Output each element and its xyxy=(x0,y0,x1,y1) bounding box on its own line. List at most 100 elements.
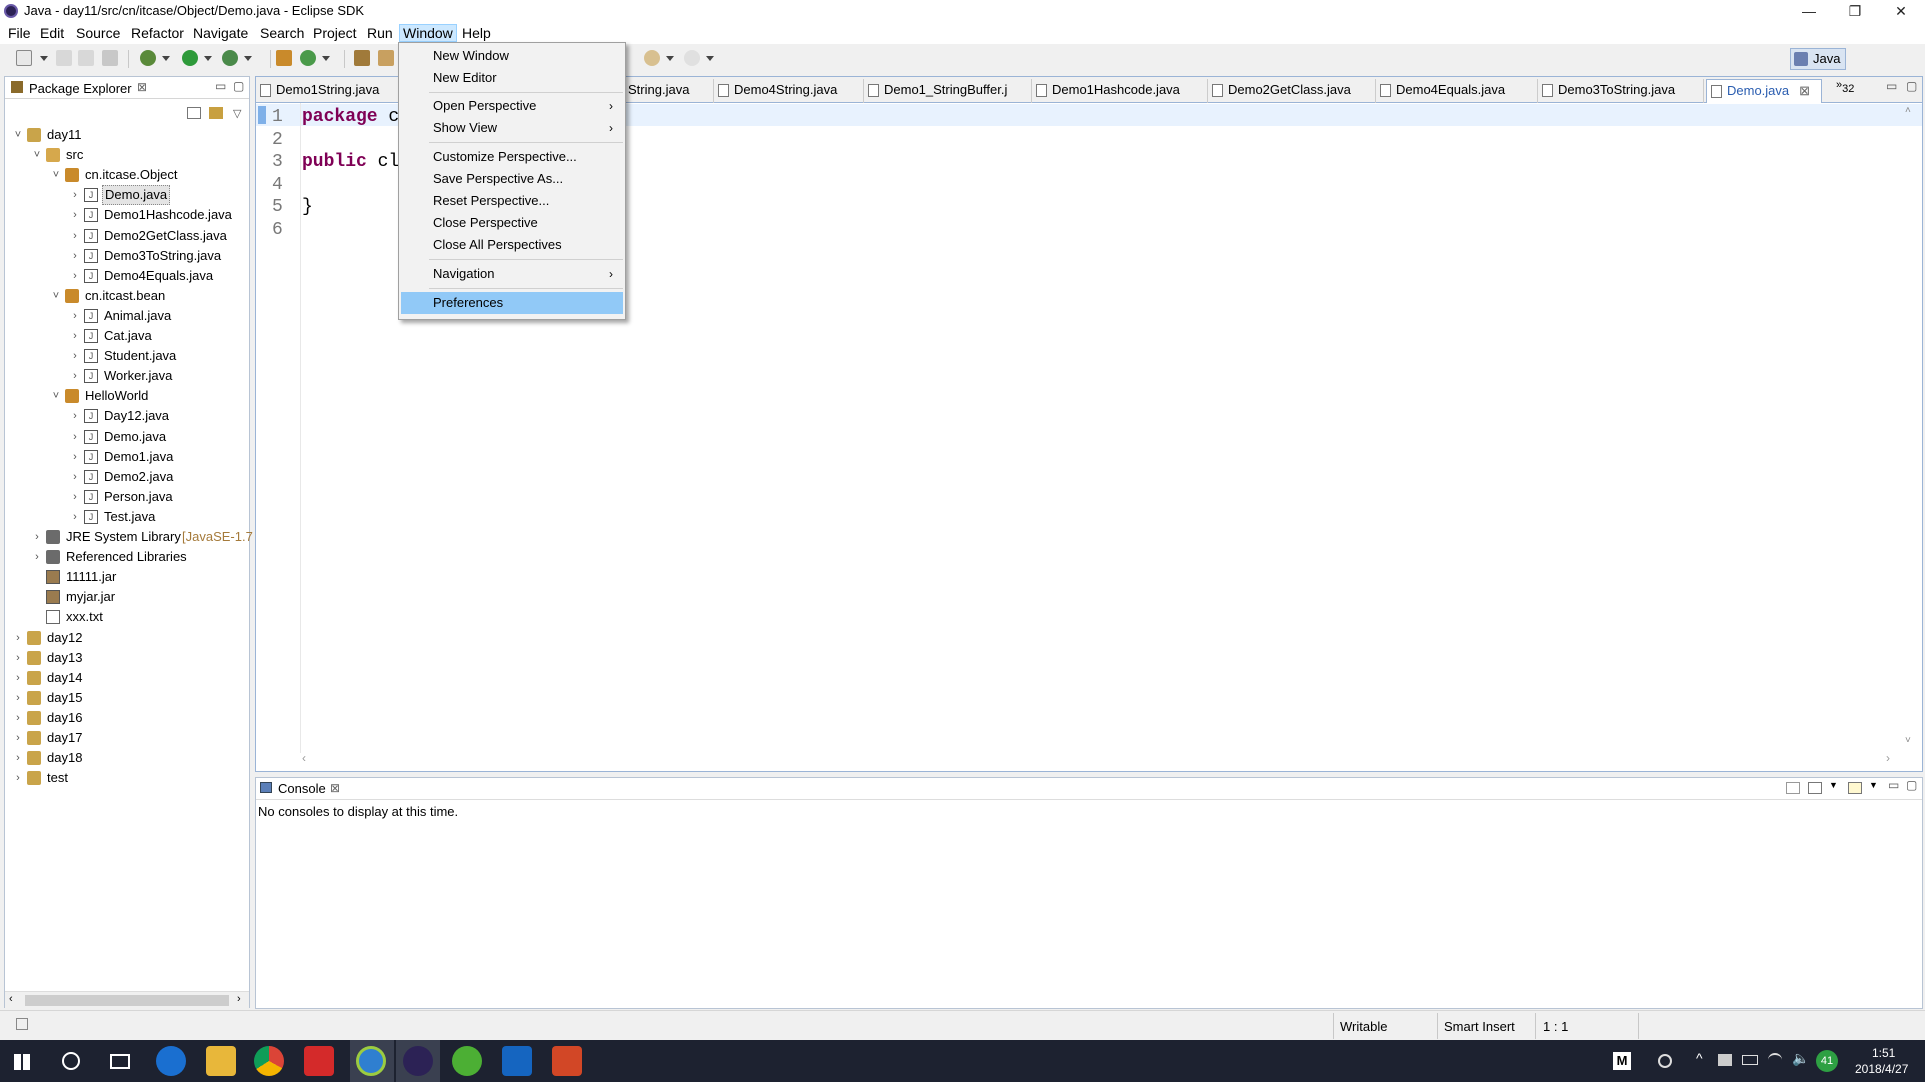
menu-window[interactable]: Window xyxy=(399,24,457,42)
menu-item-customize-perspective[interactable]: Customize Perspective... xyxy=(401,146,623,168)
open-console-icon[interactable] xyxy=(1848,782,1862,794)
code-line[interactable]: public cl xyxy=(302,152,399,172)
expand-arrow-right-icon[interactable]: › xyxy=(70,467,80,487)
scroll-left-icon[interactable]: ‹ xyxy=(302,751,306,765)
tree-item-project[interactable]: › day12 xyxy=(5,628,249,648)
tab-string[interactable]: String.java xyxy=(624,79,714,103)
menu-item-reset-perspective[interactable]: Reset Perspective... xyxy=(401,190,623,212)
tab-demo4string[interactable]: Demo4String.java xyxy=(714,79,864,103)
tree-item-project[interactable]: › day16 xyxy=(5,708,249,728)
tree-item-java[interactable]: › J Demo4Equals.java xyxy=(5,266,249,286)
tree-item-jar[interactable]: 11111.jar xyxy=(5,567,249,587)
input-method-icon[interactable]: M xyxy=(1613,1052,1631,1070)
tree-item-java[interactable]: › J Demo.java xyxy=(5,427,249,447)
tree-item-project[interactable]: › day13 xyxy=(5,648,249,668)
scroll-thumb[interactable] xyxy=(25,995,229,1006)
tree-item-project[interactable]: › test xyxy=(5,768,249,788)
powerpoint-icon[interactable] xyxy=(552,1046,582,1076)
menu-item-open-perspective[interactable]: Open Perspective › xyxy=(401,95,623,117)
green-plus-app-icon[interactable] xyxy=(452,1046,482,1076)
run-icon[interactable] xyxy=(182,50,198,66)
show-hidden-icons-icon[interactable]: ^ xyxy=(1696,1050,1703,1066)
maximize-editor-icon[interactable]: ▢ xyxy=(1906,79,1917,93)
tree-item-java[interactable]: › J Demo2.java xyxy=(5,467,249,487)
expand-arrow-right-icon[interactable]: › xyxy=(70,306,80,326)
run-dropdown-icon[interactable] xyxy=(204,56,212,61)
menu-run[interactable]: Run xyxy=(364,24,396,42)
new-java-class-icon[interactable] xyxy=(300,50,316,66)
expand-arrow-right-icon[interactable]: › xyxy=(70,246,80,266)
clock-time[interactable]: 1:51 xyxy=(1872,1046,1895,1060)
restore-button[interactable]: ❐ xyxy=(1832,0,1878,22)
tree-item-java[interactable]: › J Animal.java xyxy=(5,306,249,326)
tree-item-pkg[interactable]: ˅ cn.itcase.Object xyxy=(5,165,249,185)
java-perspective-button[interactable]: Java xyxy=(1790,48,1846,70)
menu-item-close-perspective[interactable]: Close Perspective xyxy=(401,212,623,234)
tab-demo1-stringbuffer[interactable]: Demo1_StringBuffer.j xyxy=(864,79,1032,103)
expand-arrow-right-icon[interactable]: › xyxy=(13,688,23,708)
tray-app-icon[interactable] xyxy=(1718,1054,1732,1066)
menu-item-close-all-perspectives[interactable]: Close All Perspectives xyxy=(401,234,623,256)
expand-arrow-right-icon[interactable]: › xyxy=(13,628,23,648)
expand-arrow-right-icon[interactable]: › xyxy=(13,648,23,668)
cortana-search-icon[interactable] xyxy=(62,1052,80,1070)
menu-item-new-window[interactable]: New Window xyxy=(401,45,623,67)
tree-item-pkg[interactable]: ˅ HelloWorld xyxy=(5,386,249,406)
tree-item-java[interactable]: › J Person.java xyxy=(5,487,249,507)
expand-arrow-down-icon[interactable]: ˅ xyxy=(13,125,23,145)
browser-icon[interactable] xyxy=(356,1046,386,1076)
task-view-icon[interactable] xyxy=(110,1054,130,1069)
menu-project[interactable]: Project xyxy=(310,24,360,42)
scroll-left-icon[interactable]: ‹ xyxy=(9,993,13,1005)
expand-arrow-right-icon[interactable]: › xyxy=(70,185,80,205)
new-class-dropdown-icon[interactable] xyxy=(322,56,330,61)
tab-demo3tostring[interactable]: Demo3ToString.java xyxy=(1538,79,1704,103)
expand-arrow-right-icon[interactable]: › xyxy=(70,366,80,386)
horizontal-scrollbar[interactable]: ‹ › xyxy=(5,991,249,1008)
tree-item-java[interactable]: › J Demo2GetClass.java xyxy=(5,226,249,246)
menu-refactor[interactable]: Refactor xyxy=(128,24,187,42)
menu-file[interactable]: File xyxy=(5,24,34,42)
editor-vertical-scrollbar[interactable]: ˄ ˅ xyxy=(1900,105,1920,749)
scroll-right-icon[interactable]: › xyxy=(1886,751,1890,765)
close-button[interactable]: ✕ xyxy=(1878,0,1924,22)
display-console-dropdown-icon[interactable]: ▼ xyxy=(1829,780,1838,790)
print-icon[interactable] xyxy=(102,50,118,66)
notification-badge[interactable]: 41 xyxy=(1816,1050,1838,1072)
menu-help[interactable]: Help xyxy=(459,24,494,42)
code-line[interactable]: package c xyxy=(302,107,399,127)
edge-icon[interactable] xyxy=(156,1046,186,1076)
back-icon[interactable] xyxy=(644,50,660,66)
tree-item-java[interactable]: › J Cat.java xyxy=(5,326,249,346)
expand-arrow-right-icon[interactable]: › xyxy=(32,527,42,547)
open-type-icon[interactable] xyxy=(354,50,370,66)
tree-item-java[interactable]: › J Test.java xyxy=(5,507,249,527)
tree-item-java[interactable]: › J Demo1.java xyxy=(5,447,249,467)
tree-item-java[interactable]: › J Demo1Hashcode.java xyxy=(5,205,249,225)
people-icon[interactable] xyxy=(1658,1054,1672,1068)
expand-arrow-right-icon[interactable]: › xyxy=(13,748,23,768)
display-console-icon[interactable] xyxy=(1808,782,1822,794)
scroll-up-icon[interactable]: ˄ xyxy=(1905,105,1911,116)
menu-source[interactable]: Source xyxy=(73,24,123,42)
open-console-dropdown-icon[interactable]: ▼ xyxy=(1869,780,1878,790)
chrome-icon[interactable] xyxy=(254,1046,284,1076)
menu-item-new-editor[interactable]: New Editor xyxy=(401,67,623,89)
forward-dropdown-icon[interactable] xyxy=(706,56,714,61)
expand-arrow-down-icon[interactable]: ˅ xyxy=(51,286,61,306)
tree-item-pkg[interactable]: ˅ cn.itcast.bean xyxy=(5,286,249,306)
tab-demo1string[interactable]: Demo1String.java xyxy=(256,79,406,103)
mp-app-icon[interactable] xyxy=(502,1046,532,1076)
close-console-icon[interactable]: ⊠ xyxy=(330,781,340,795)
search-icon[interactable] xyxy=(378,50,394,66)
tree-item-java[interactable]: › J Worker.java xyxy=(5,366,249,386)
tab-demo1hashcode[interactable]: Demo1Hashcode.java xyxy=(1032,79,1208,103)
expand-arrow-right-icon[interactable]: › xyxy=(13,768,23,788)
tab-demo4equals[interactable]: Demo4Equals.java xyxy=(1376,79,1538,103)
tree-item-project[interactable]: › day15 xyxy=(5,688,249,708)
menu-item-show-view[interactable]: Show View › xyxy=(401,117,623,139)
tree-item-java[interactable]: › J Day12.java xyxy=(5,406,249,426)
network-icon[interactable] xyxy=(1768,1053,1782,1067)
code-line[interactable]: } xyxy=(302,197,313,217)
expand-arrow-right-icon[interactable]: › xyxy=(32,547,42,567)
